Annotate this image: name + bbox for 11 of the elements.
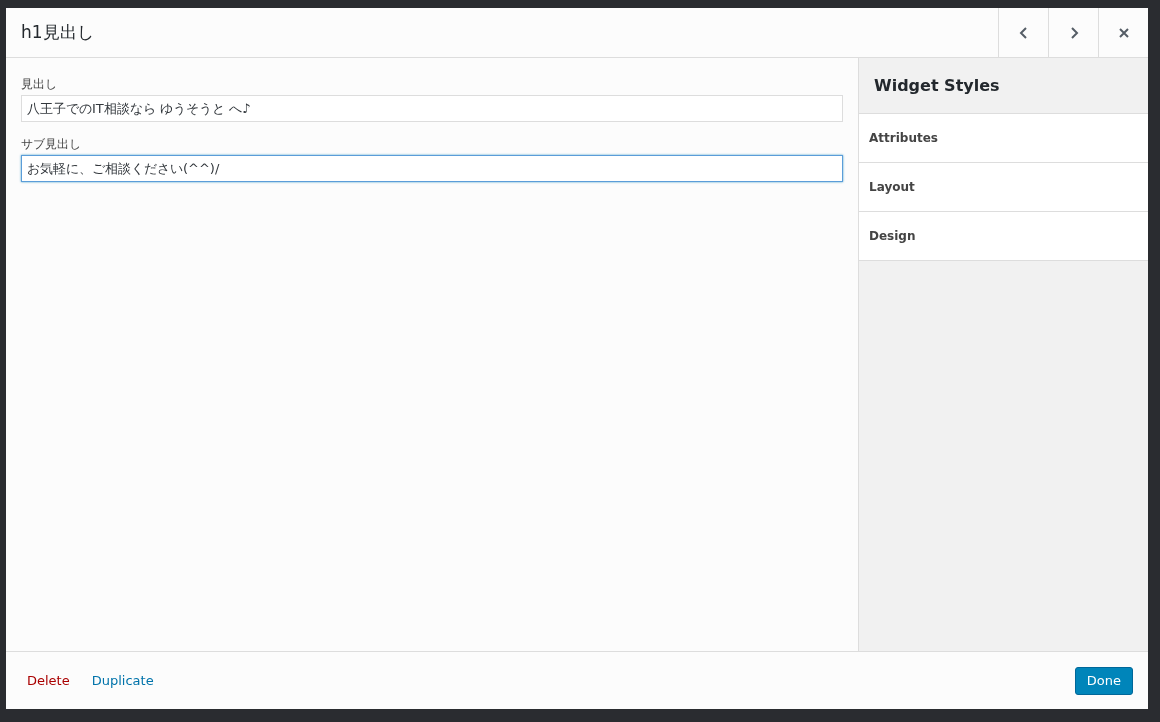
field-label: サブ見出し bbox=[21, 136, 82, 153]
dialog-title: h1見出し bbox=[20, 20, 95, 44]
sidebar-section[interactable]: Attributes bbox=[859, 114, 1148, 163]
sidebar-section[interactable]: Design bbox=[859, 212, 1148, 261]
delete-link[interactable]: Delete bbox=[27, 670, 70, 691]
duplicate-link[interactable]: Duplicate bbox=[91, 670, 154, 691]
text-field[interactable]: お気軽に、ご相談ください(^^)/ bbox=[21, 155, 843, 182]
field-label: 見出し bbox=[21, 76, 58, 93]
text-field[interactable]: 八王子でのIT相談なら ゆうそうと へ♪ bbox=[21, 95, 843, 122]
done-button[interactable]: Done bbox=[1074, 666, 1133, 695]
sidebar-section[interactable]: Layout bbox=[859, 163, 1148, 212]
